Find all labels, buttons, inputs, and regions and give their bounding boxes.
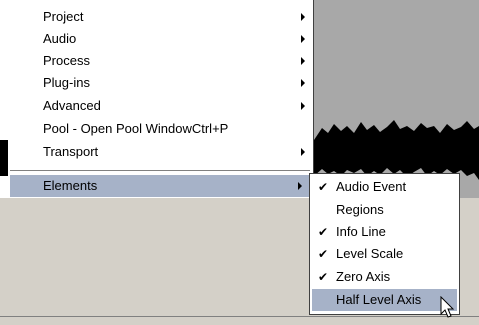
submenu-item-audio-event[interactable]: ✔ Audio Event <box>312 176 457 198</box>
menu-item-label: Project <box>43 9 84 24</box>
chevron-right-icon <box>301 102 305 110</box>
waveform-display[interactable] <box>314 0 479 198</box>
menu-item-process[interactable]: Process <box>8 50 313 72</box>
menu-item-label: Audio <box>43 31 77 46</box>
submenu-item-label: Zero Axis <box>336 269 391 284</box>
submenu-item-regions[interactable]: Regions <box>312 199 457 221</box>
submenu-item-level-scale[interactable]: ✔ Level Scale <box>312 243 457 265</box>
submenu-item-label: Regions <box>336 202 384 217</box>
chevron-right-icon <box>301 57 305 65</box>
chevron-right-icon <box>301 35 305 43</box>
menu-item-transport[interactable]: Transport <box>8 141 313 163</box>
checkmark-icon: ✔ <box>318 270 329 284</box>
menu-item-advanced[interactable]: Advanced <box>8 95 313 117</box>
checkmark-icon: ✔ <box>318 225 329 239</box>
menu-item-label: Advanced <box>43 98 101 113</box>
waveform-graphic <box>314 120 479 180</box>
menu-item-label: Pool - Open Pool WindowCtrl+P <box>43 121 229 136</box>
menu-item-elements[interactable]: Elements <box>10 175 310 197</box>
submenu-item-label: Level Scale <box>336 246 404 261</box>
chevron-right-icon <box>298 182 302 190</box>
submenu-item-half-level-axis[interactable]: Half Level Axis <box>312 289 457 311</box>
chevron-right-icon <box>301 79 305 87</box>
submenu-item-label: Info Line <box>336 224 386 239</box>
checkmark-icon: ✔ <box>318 247 329 261</box>
waveform-fragment <box>0 140 8 176</box>
menu-separator <box>10 170 310 172</box>
mouse-pointer-icon <box>440 296 455 318</box>
submenu-item-zero-axis[interactable]: ✔ Zero Axis <box>312 266 457 288</box>
elements-submenu: ✔ Audio Event Regions ✔ Info Line ✔ Leve… <box>309 173 460 315</box>
menu-item-label: Elements <box>43 178 98 193</box>
chevron-right-icon <box>301 148 305 156</box>
checkmark-icon: ✔ <box>318 180 329 194</box>
submenu-item-label: Audio Event <box>336 179 407 194</box>
submenu-item-info-line[interactable]: ✔ Info Line <box>312 221 457 243</box>
menu-item-label: Transport <box>43 144 99 159</box>
menu-item-label: Plug-ins <box>43 75 90 90</box>
context-menu: Project Audio Process Plug-ins Advanced … <box>8 0 314 198</box>
chevron-right-icon <box>301 13 305 21</box>
submenu-item-label: Half Level Axis <box>336 292 422 307</box>
menu-item-label: Process <box>43 53 90 68</box>
menu-item-open-pool[interactable]: Pool - Open Pool WindowCtrl+P <box>8 118 313 140</box>
menu-item-audio[interactable]: Audio <box>8 28 313 50</box>
menu-item-plug-ins[interactable]: Plug-ins <box>8 72 313 94</box>
menu-item-project[interactable]: Project <box>8 6 313 28</box>
